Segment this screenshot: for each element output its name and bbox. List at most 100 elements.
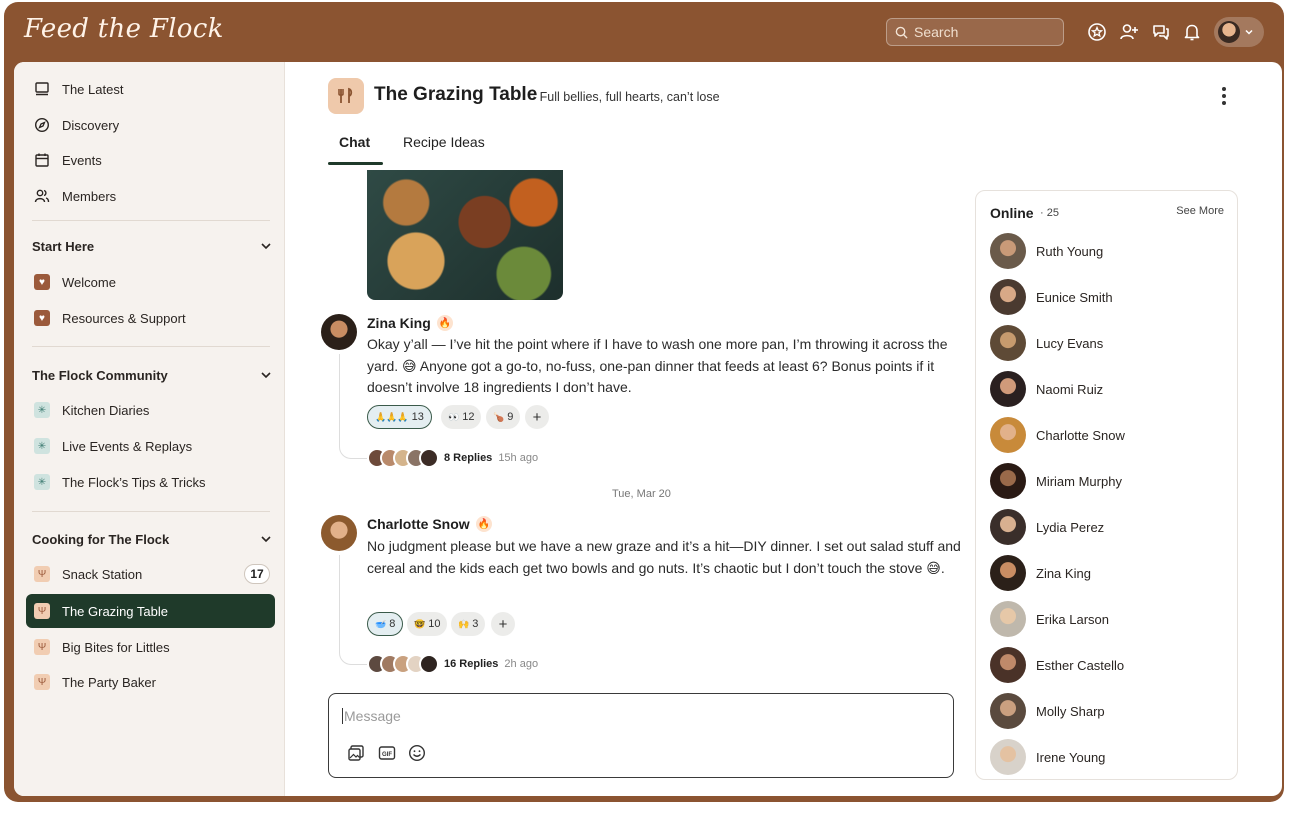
utensils-icon: Ψ [32,564,52,584]
member-item[interactable]: Lydia Perez [990,509,1225,545]
sidebar-item-party-baker[interactable]: Ψ The Party Baker [28,667,278,697]
reply-count: 16 Replies [444,658,499,670]
sidebar-item-big-bites[interactable]: Ψ Big Bites for Littles [28,632,278,662]
member-item[interactable]: Erika Larson [990,601,1225,637]
reaction-pill[interactable]: 🥣 8 [367,612,404,636]
nav-label: Members [62,188,117,204]
chevron-down-icon [261,243,271,250]
sidebar-item-label: Live Events & Replays [62,438,193,454]
avatar[interactable] [321,515,357,551]
member-item[interactable]: Lucy Evans [990,325,1225,361]
divider [32,220,270,221]
member-name: Ruth Young [1036,243,1104,259]
nav-members[interactable]: Members [28,181,278,211]
heart-icon: ♥ [32,308,52,328]
avatar [990,509,1026,545]
nav-discovery[interactable]: Discovery [28,110,278,140]
member-name: Lydia Perez [1036,519,1105,535]
nav-label: Discovery [62,117,120,133]
message-author[interactable]: Charlotte Snow 🔥 [367,516,492,532]
avatar [419,448,439,468]
member-item[interactable]: Charlotte Snow [990,417,1225,453]
add-reaction-button[interactable]: + [525,405,549,429]
thread-replies[interactable]: 16 Replies 2h ago [367,654,538,674]
chevron-down-icon [1245,29,1253,35]
member-item[interactable]: Esther Castello [990,647,1225,683]
monitor-icon [32,79,52,99]
channel-icon [328,78,364,114]
sidebar-item-snack-station[interactable]: Ψ Snack Station 17 [28,559,278,589]
section-title: Cooking for The Flock [32,531,170,547]
brand-logo[interactable]: Feed the Flock [24,14,224,44]
member-item[interactable]: Naomi Ruiz [990,371,1225,407]
reply-count: 8 Replies [444,452,493,464]
member-item[interactable]: Molly Sharp [990,693,1225,729]
add-user-icon[interactable] [1118,21,1140,43]
reaction-pill[interactable]: 🤓 10 [407,612,448,636]
thread-replies[interactable]: 8 Replies 15h ago [367,448,538,468]
emoji-icon[interactable] [407,743,427,763]
section-start-here[interactable]: Start Here [32,234,272,258]
see-more-link[interactable]: See More [1176,205,1224,217]
member-item[interactable]: Zina King [990,555,1225,591]
award-icon[interactable] [1086,21,1108,43]
avatar [990,693,1026,729]
member-item[interactable]: Ruth Young [990,233,1225,269]
gif-icon[interactable]: GIF [377,743,397,763]
add-reaction-button[interactable]: + [491,612,515,636]
message-input[interactable] [342,708,902,724]
nav-the-latest[interactable]: The Latest [28,74,278,104]
reaction-pill[interactable]: 👀 12 [441,405,482,429]
sidebar-item-welcome[interactable]: ♥ Welcome [28,267,278,297]
reaction-pill[interactable]: 🍗 9 [486,405,521,429]
food-photo[interactable] [367,170,563,300]
unread-badge: 17 [244,564,270,584]
active-tab-indicator [328,162,383,165]
reaction-pill[interactable]: 🙌 3 [451,612,486,636]
member-name: Miriam Murphy [1036,473,1122,489]
reaction-emoji: 🙌 [458,618,470,629]
search-input[interactable] [914,24,1054,40]
chat-bubbles-icon[interactable] [1150,21,1172,43]
reaction-count: 13 [411,411,424,423]
member-item[interactable]: Miriam Murphy [990,463,1225,499]
member-name: Charlotte Snow [1036,427,1125,443]
reaction-pill[interactable]: 🙏🙏🙏 13 [367,405,432,429]
sidebar-item-grazing-table[interactable]: Ψ The Grazing Table [26,594,275,628]
sidebar-item-live-events[interactable]: ✳ Live Events & Replays [28,431,278,461]
message-author[interactable]: Zina King 🔥 [367,315,453,331]
nav-events[interactable]: Events [28,145,278,175]
avatar[interactable] [321,314,357,350]
message-text: No judgment please but we have a new gra… [367,538,961,576]
author-name: Zina King [367,315,431,331]
member-item[interactable]: Eunice Smith [990,279,1225,315]
search-box[interactable] [886,18,1064,46]
avatar [990,601,1026,637]
sidebar-item-kitchen-diaries[interactable]: ✳ Kitchen Diaries [28,395,278,425]
nav-label: The Latest [62,81,124,97]
sidebar-item-tips-tricks[interactable]: ✳ The Flock’s Tips & Tricks [28,467,278,497]
section-title: Start Here [32,238,95,254]
bell-icon[interactable] [1181,21,1203,43]
reaction-count: 9 [507,411,514,423]
reaction-emoji: 🥣 [375,618,387,629]
sidebar-item-resources-support[interactable]: ♥ Resources & Support [28,303,278,333]
tab-chat[interactable]: Chat [339,134,370,150]
message-text: Okay y’all — I’ve hit the point where if… [367,336,948,395]
reaction-emoji: 🤓 [414,618,426,629]
section-the-flock-community[interactable]: The Flock Community [32,363,272,387]
flame-icon: 🔥 [475,516,492,532]
avatar [990,739,1026,775]
profile-menu-button[interactable] [1214,17,1264,47]
section-cooking-for-the-flock[interactable]: Cooking for The Flock [32,527,272,551]
avatar [990,371,1026,407]
sidebar-item-label: Kitchen Diaries [62,402,150,418]
page-title: The Grazing Table [374,84,538,105]
member-item[interactable]: Irene Young [990,739,1225,775]
sidebar-item-label: The Grazing Table [62,603,168,619]
reply-time: 15h ago [498,452,539,464]
more-options-icon[interactable] [1212,84,1236,108]
tab-recipe-ideas[interactable]: Recipe Ideas [403,134,485,150]
image-upload-icon[interactable] [346,743,366,763]
nav-label: Events [62,152,102,168]
